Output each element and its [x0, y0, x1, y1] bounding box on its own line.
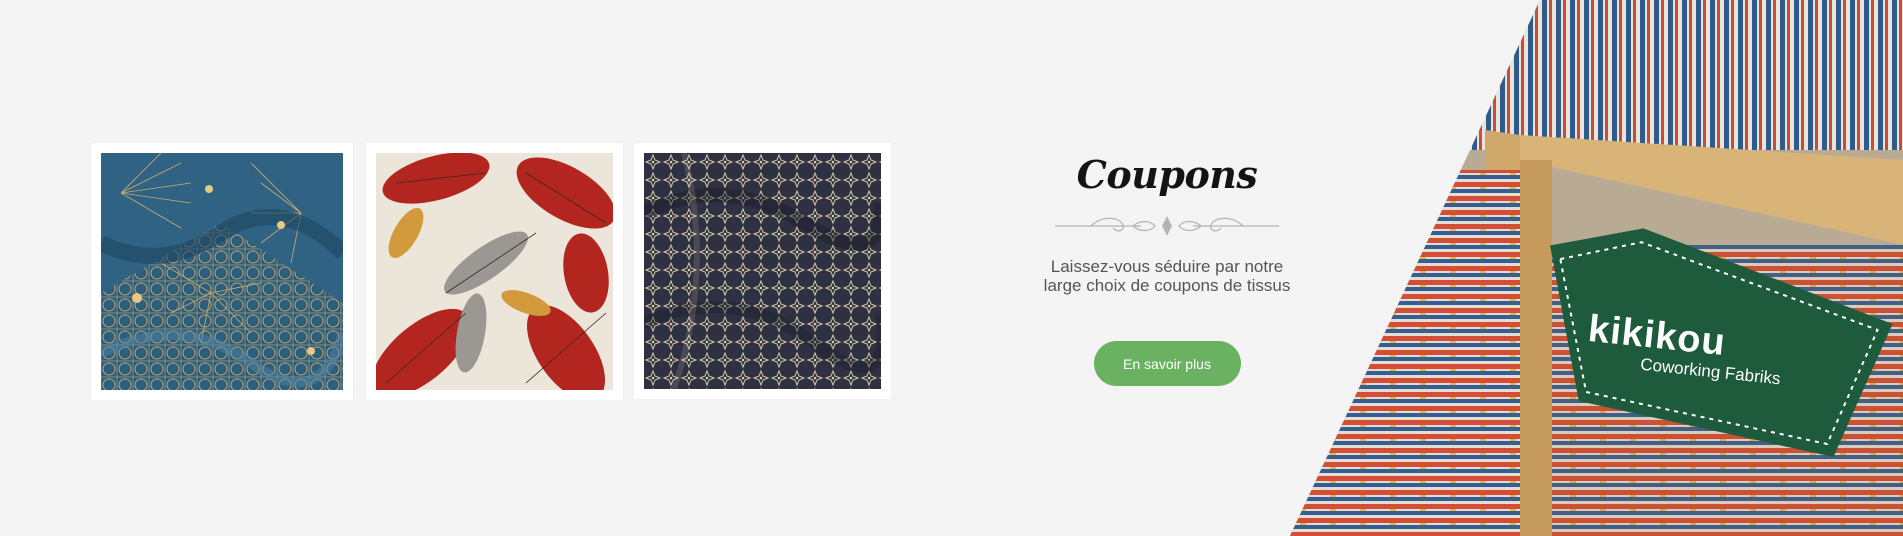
fabric-image-blue-deco	[101, 153, 343, 390]
ornament-divider-icon	[1055, 216, 1279, 236]
promo-title: Coupons	[1076, 152, 1258, 197]
hero-shop-image: kikikou Coworking Fabriks	[1290, 0, 1903, 536]
promo-description-line-2: large choix de coupons de tissus	[1043, 276, 1291, 295]
learn-more-button[interactable]: En savoir plus	[1093, 341, 1241, 386]
fabric-image-red-leaves	[376, 153, 613, 390]
fabric-card-red-leaves[interactable]	[366, 143, 623, 400]
fabric-card-blue-deco[interactable]	[91, 143, 353, 400]
fabric-card-star-pattern[interactable]	[634, 143, 891, 399]
fabric-image-star-pattern	[644, 153, 881, 389]
promo-block: Coupons Laissez-vous séduire par notre l…	[1030, 140, 1304, 386]
promo-description-line-1: Laissez-vous séduire par notre	[1050, 257, 1284, 276]
promo-description: Laissez-vous séduire par notre large cho…	[1030, 257, 1304, 295]
